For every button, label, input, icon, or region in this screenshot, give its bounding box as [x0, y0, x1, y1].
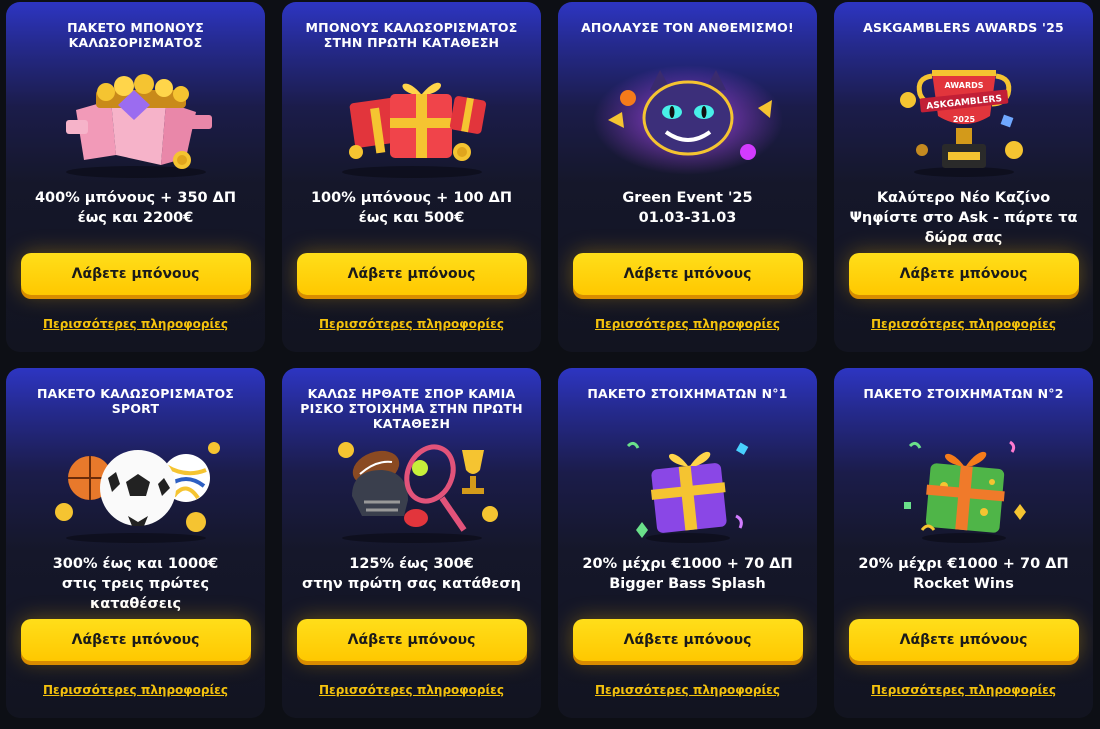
- more-info-link[interactable]: Περισσότερες πληροφορίες: [871, 317, 1056, 331]
- treasure-chest-icon: [36, 60, 236, 180]
- card-title: ASKGAMBLERS AWARDS '25: [863, 20, 1064, 35]
- get-bonus-button[interactable]: Λάβετε μπόνους: [572, 619, 803, 661]
- more-info-link[interactable]: Περισσότερες πληροφορίες: [595, 317, 780, 331]
- bonus-description: Καλύτερο Νέο Καζίνο Ψηφίστε στο Ask - πά…: [849, 190, 1078, 246]
- more-info-link[interactable]: Περισσότερες πληροφορίες: [43, 683, 228, 697]
- card-title: ΚΑΛΩΣ ΗΡΘΑΤΕ ΣΠΟΡ ΚΑΜΙΑ ΡΙΣΚΟ ΣΤΟΙΧΗΜΑ Σ…: [300, 386, 523, 431]
- more-info-link[interactable]: Περισσότερες πληροφορίες: [319, 683, 504, 697]
- get-bonus-button[interactable]: Λάβετε μπόνους: [848, 619, 1079, 661]
- bonus-description: 125% έως 300€ στην πρώτη σας κατάθεση: [302, 556, 521, 592]
- get-bonus-button[interactable]: Λάβετε μπόνους: [296, 253, 527, 295]
- card-title: ΠΑΚΕΤΟ ΣΤΟΙΧΗΜΑΤΩΝ Ν°1: [587, 386, 788, 401]
- get-bonus-button[interactable]: Λάβετε μπόνους: [572, 253, 803, 295]
- promo-card-sport-welcome: ΠΑΚΕΤΟ ΚΑΛΩΣΟΡΙΣΜΑΤΟΣ SPORT 300% έως και…: [6, 368, 265, 718]
- more-info-link[interactable]: Περισσότερες πληροφορίες: [43, 317, 228, 331]
- get-bonus-button[interactable]: Λάβετε μπόνους: [296, 619, 527, 661]
- promo-card-green-event: ΑΠΟΛΑΥΣΕ ΤΟΝ ΑΝΘΕΜΙΣΜΟ! Green Event '25 …: [558, 2, 817, 352]
- purple-gift-icon: [588, 426, 788, 546]
- get-bonus-button[interactable]: Λάβετε μπόνους: [20, 253, 251, 295]
- card-title: ΠΑΚΕΤΟ ΣΤΟΙΧΗΜΑΤΩΝ Ν°2: [863, 386, 1064, 401]
- red-gift-boxes-icon: [312, 60, 512, 180]
- get-bonus-button[interactable]: Λάβετε μπόνους: [848, 253, 1079, 295]
- promo-card-bet-package-2: ΠΑΚΕΤΟ ΣΤΟΙΧΗΜΑΤΩΝ Ν°2 20% μέχρι €1000 +…: [834, 368, 1093, 718]
- more-info-link[interactable]: Περισσότερες πληροφορίες: [871, 683, 1056, 697]
- svg-text:2025: 2025: [952, 115, 975, 124]
- trophy-icon: AWARDS ASKGAMBLERS 2025: [864, 60, 1064, 180]
- get-bonus-button[interactable]: Λάβετε μπόνους: [20, 619, 251, 661]
- bonus-description: 20% μέχρι €1000 + 70 ΔΠ Rocket Wins: [858, 556, 1069, 592]
- bonus-description: 400% μπόνους + 350 ΔΠ έως και 2200€: [34, 190, 237, 226]
- bonus-description: Green Event '25 01.03-31.03: [622, 190, 753, 226]
- svg-text:AWARDS: AWARDS: [944, 81, 983, 90]
- promo-card-askgamblers-awards: ASKGAMBLERS AWARDS '25 AWARDS ASKGAMBLER…: [834, 2, 1093, 352]
- promotions-grid: ΠΑΚΕΤΟ ΜΠΟΝΟΥΣ ΚΑΛΩΣΟΡΙΣΜΑΤΟΣ 400% μπόνο…: [6, 2, 1093, 718]
- cheshire-cat-icon: [588, 60, 788, 180]
- promo-card-sport-risk-free: ΚΑΛΩΣ ΗΡΘΑΤΕ ΣΠΟΡ ΚΑΜΙΑ ΡΙΣΚΟ ΣΤΟΙΧΗΜΑ Σ…: [282, 368, 541, 718]
- bonus-description: 300% έως και 1000€ στις τρεις πρώτες κατ…: [52, 556, 219, 632]
- card-title: ΜΠΟΝΟΥΣ ΚΑΛΩΣΟΡΙΣΜΑΤΟΣ ΣΤΗΝ ΠΡΩΤΗ ΚΑΤΑΘΕ…: [305, 20, 518, 50]
- card-title: ΠΑΚΕΤΟ ΜΠΟΝΟΥΣ ΚΑΛΩΣΟΡΙΣΜΑΤΟΣ: [67, 20, 204, 50]
- more-info-link[interactable]: Περισσότερες πληροφορίες: [595, 683, 780, 697]
- promo-card-welcome-package: ΠΑΚΕΤΟ ΜΠΟΝΟΥΣ ΚΑΛΩΣΟΡΙΣΜΑΤΟΣ 400% μπόνο…: [6, 2, 265, 352]
- promo-card-first-deposit: ΜΠΟΝΟΥΣ ΚΑΛΩΣΟΡΙΣΜΑΤΟΣ ΣΤΗΝ ΠΡΩΤΗ ΚΑΤΑΘΕ…: [282, 2, 541, 352]
- green-gift-icon: [864, 426, 1064, 546]
- card-title: ΑΠΟΛΑΥΣΕ ΤΟΝ ΑΝΘΕΜΙΣΜΟ!: [581, 20, 794, 35]
- more-info-link[interactable]: Περισσότερες πληροφορίες: [319, 317, 504, 331]
- sports-balls-icon: [36, 426, 236, 546]
- card-title: ΠΑΚΕΤΟ ΚΑΛΩΣΟΡΙΣΜΑΤΟΣ SPORT: [36, 386, 235, 416]
- sports-gear-icon: [312, 426, 512, 546]
- promo-card-bet-package-1: ΠΑΚΕΤΟ ΣΤΟΙΧΗΜΑΤΩΝ Ν°1 20% μέχρι €1000 +…: [558, 368, 817, 718]
- bonus-description: 20% μέχρι €1000 + 70 ΔΠ Bigger Bass Spla…: [582, 556, 793, 592]
- bonus-description: 100% μπόνους + 100 ΔΠ έως και 500€: [310, 190, 513, 226]
